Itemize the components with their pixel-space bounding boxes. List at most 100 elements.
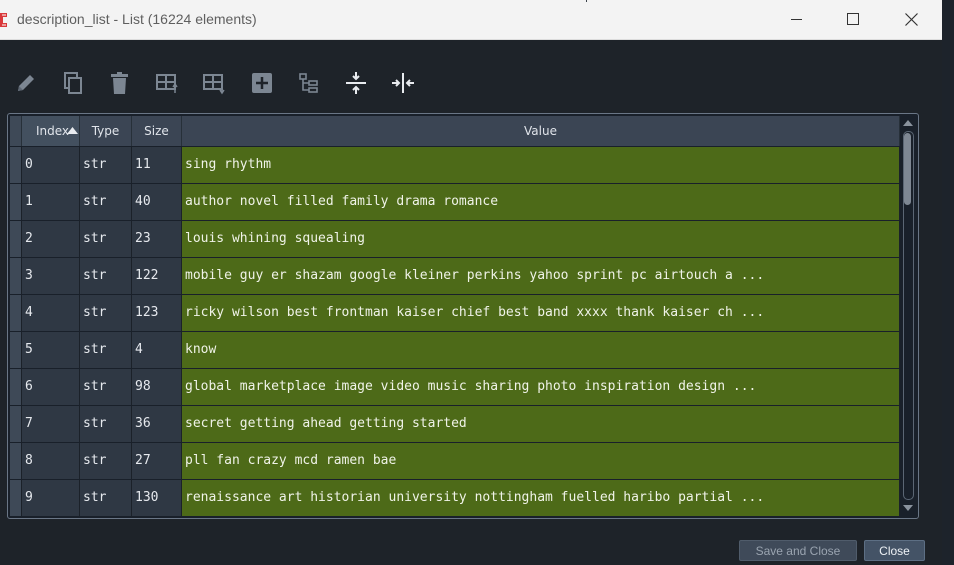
cell-type[interactable]: str: [80, 184, 132, 220]
close-window-button[interactable]: [888, 0, 934, 39]
row-header[interactable]: [10, 406, 22, 442]
tree-view-button[interactable]: [293, 66, 325, 100]
table-row[interactable]: 3 str 122 mobile guy er shazam google klein…: [8, 258, 900, 295]
scroll-up-icon[interactable]: [903, 120, 913, 126]
table-row[interactable]: 1 str 40 author novel filled family drama r…: [8, 184, 900, 221]
row-header[interactable]: [10, 147, 22, 183]
toolbar: [0, 66, 430, 102]
cell-size[interactable]: 40: [132, 184, 182, 220]
cell-value[interactable]: mobile guy er shazam google kleiner perk…: [182, 258, 900, 294]
cell-size[interactable]: 27: [132, 443, 182, 479]
scroll-down-icon[interactable]: [903, 505, 913, 511]
save-and-close-button[interactable]: Save and Close: [739, 540, 857, 561]
resize-columns-button[interactable]: [387, 66, 419, 100]
plus-square-icon: [252, 73, 272, 93]
insert-below-button[interactable]: [198, 66, 230, 100]
edit-button[interactable]: [10, 66, 42, 100]
cell-index[interactable]: 0: [22, 147, 80, 183]
cell-index[interactable]: 9: [22, 480, 80, 516]
cell-size[interactable]: 123: [132, 295, 182, 331]
cell-value[interactable]: pll fan crazy mcd ramen bae: [182, 443, 900, 479]
table-row[interactable]: 9 str 130 renaissance art historian univers…: [8, 480, 900, 517]
row-header[interactable]: [10, 184, 22, 220]
tree-icon: [299, 73, 318, 93]
cell-size[interactable]: 23: [132, 221, 182, 257]
row-header[interactable]: [10, 480, 22, 516]
insert-row-below-icon: [203, 74, 225, 95]
cell-index[interactable]: 7: [22, 406, 80, 442]
cell-type[interactable]: str: [80, 406, 132, 442]
column-header-value[interactable]: Value: [182, 116, 900, 146]
pencil-icon: [18, 75, 34, 91]
cell-type[interactable]: str: [80, 369, 132, 405]
maximize-button[interactable]: [830, 0, 876, 39]
insert-above-button[interactable]: [151, 66, 183, 100]
corner-header: [10, 116, 22, 146]
app-icon: [0, 13, 7, 27]
table-row[interactable]: 6 str 98 global marketplace image video mus…: [8, 369, 900, 406]
resize-rows-button[interactable]: [340, 66, 372, 100]
table-row[interactable]: 2 str 23 louis whining squealing: [8, 221, 900, 258]
row-header[interactable]: [10, 258, 22, 294]
add-button[interactable]: [246, 66, 278, 100]
cell-value[interactable]: ricky wilson best frontman kaiser chief …: [182, 295, 900, 331]
cell-index[interactable]: 4: [22, 295, 80, 331]
trash-icon: [111, 72, 128, 94]
insert-row-above-icon: [156, 74, 178, 93]
cell-value[interactable]: author novel filled family drama romance: [182, 184, 900, 220]
row-header[interactable]: [10, 369, 22, 405]
cell-type[interactable]: str: [80, 480, 132, 516]
cell-value[interactable]: louis whining squealing: [182, 221, 900, 257]
minimize-button[interactable]: [774, 0, 820, 39]
row-header[interactable]: [10, 221, 22, 257]
title-bar: description_list - List (16224 elements): [0, 0, 942, 40]
scroll-thumb[interactable]: [904, 133, 911, 205]
cell-size[interactable]: 122: [132, 258, 182, 294]
background-divider: [586, 0, 587, 2]
cell-type[interactable]: str: [80, 443, 132, 479]
cell-value[interactable]: global marketplace image video music sha…: [182, 369, 900, 405]
cell-size[interactable]: 98: [132, 369, 182, 405]
cell-index[interactable]: 8: [22, 443, 80, 479]
vertical-scrollbar[interactable]: [901, 116, 916, 516]
column-header-label: Index: [36, 124, 70, 138]
table-row[interactable]: 7 str 36 secret getting ahead getting start…: [8, 406, 900, 443]
window-title: description_list - List (16224 elements): [17, 11, 257, 27]
row-header[interactable]: [10, 443, 22, 479]
compress-horizontal-icon: [392, 73, 414, 93]
cell-size[interactable]: 4: [132, 332, 182, 368]
column-header-index[interactable]: Index: [22, 116, 80, 146]
table-row[interactable]: 4 str 123 ricky wilson best frontman kaiser…: [8, 295, 900, 332]
cell-type[interactable]: str: [80, 295, 132, 331]
close-button[interactable]: Close: [864, 540, 925, 561]
data-table: Index Type Size Value 0 str 11 sing rhythm 1…: [7, 113, 919, 519]
cell-index[interactable]: 2: [22, 221, 80, 257]
cell-size[interactable]: 130: [132, 480, 182, 516]
cell-type[interactable]: str: [80, 221, 132, 257]
cell-size[interactable]: 11: [132, 147, 182, 183]
delete-button[interactable]: [104, 66, 136, 100]
cell-value[interactable]: sing rhythm: [182, 147, 900, 183]
table-row[interactable]: 0 str 11 sing rhythm: [8, 147, 900, 184]
cell-type[interactable]: str: [80, 332, 132, 368]
cell-index[interactable]: 3: [22, 258, 80, 294]
maximize-icon: [847, 13, 859, 25]
cell-size[interactable]: 36: [132, 406, 182, 442]
copy-button[interactable]: [57, 66, 89, 100]
table-row[interactable]: 8 str 27 pll fan crazy mcd ramen bae: [8, 443, 900, 480]
column-header-type[interactable]: Type: [80, 116, 132, 146]
row-header[interactable]: [10, 295, 22, 331]
column-header-size[interactable]: Size: [132, 116, 182, 146]
copy-icon: [64, 72, 82, 94]
cell-type[interactable]: str: [80, 147, 132, 183]
table-row[interactable]: 5 str 4 know: [8, 332, 900, 369]
cell-value[interactable]: know: [182, 332, 900, 368]
cell-index[interactable]: 5: [22, 332, 80, 368]
cell-value[interactable]: secret getting ahead getting started: [182, 406, 900, 442]
cell-type[interactable]: str: [80, 258, 132, 294]
cell-index[interactable]: 6: [22, 369, 80, 405]
sort-ascending-icon: [67, 127, 78, 134]
cell-index[interactable]: 1: [22, 184, 80, 220]
cell-value[interactable]: renaissance art historian university not…: [182, 480, 900, 516]
row-header[interactable]: [10, 332, 22, 368]
